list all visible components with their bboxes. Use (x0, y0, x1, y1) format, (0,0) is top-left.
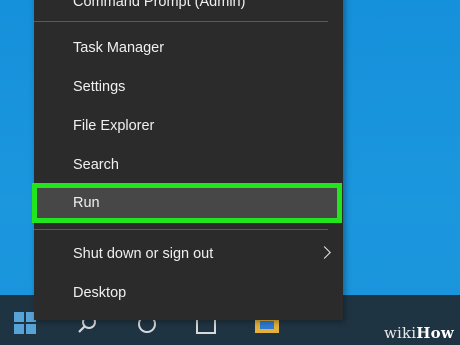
menu-item-run[interactable]: Run (34, 185, 343, 221)
menu-item-label: Task Manager (73, 40, 165, 56)
menu-item-label: Run (73, 195, 100, 211)
menu-item-file-explorer[interactable]: File Explorer (34, 108, 343, 144)
menu-item-label: Search (73, 157, 119, 173)
power-user-menu: Command Prompt (Admin) Task Manager Sett… (34, 0, 343, 320)
menu-item-search[interactable]: Search (34, 147, 343, 183)
menu-item-desktop[interactable]: Desktop (34, 275, 343, 311)
menu-item-label: Settings (73, 79, 126, 95)
menu-divider (34, 21, 328, 22)
menu-item-label: Shut down or sign out (73, 246, 214, 262)
menu-item-label: Command Prompt (Admin) (73, 0, 246, 10)
menu-item-task-manager[interactable]: Task Manager (34, 30, 343, 66)
wikihow-watermark: wikiHow (383, 324, 454, 342)
menu-divider (34, 229, 328, 230)
chevron-right-icon (318, 246, 331, 259)
windows-logo-icon[interactable] (14, 312, 36, 334)
menu-item-label: File Explorer (73, 118, 155, 134)
menu-item-command-prompt-admin[interactable]: Command Prompt (Admin) (34, 0, 343, 20)
menu-item-shut-down-or-sign-out[interactable]: Shut down or sign out (34, 236, 343, 272)
menu-item-label: Desktop (73, 285, 127, 301)
menu-item-settings[interactable]: Settings (34, 69, 343, 105)
